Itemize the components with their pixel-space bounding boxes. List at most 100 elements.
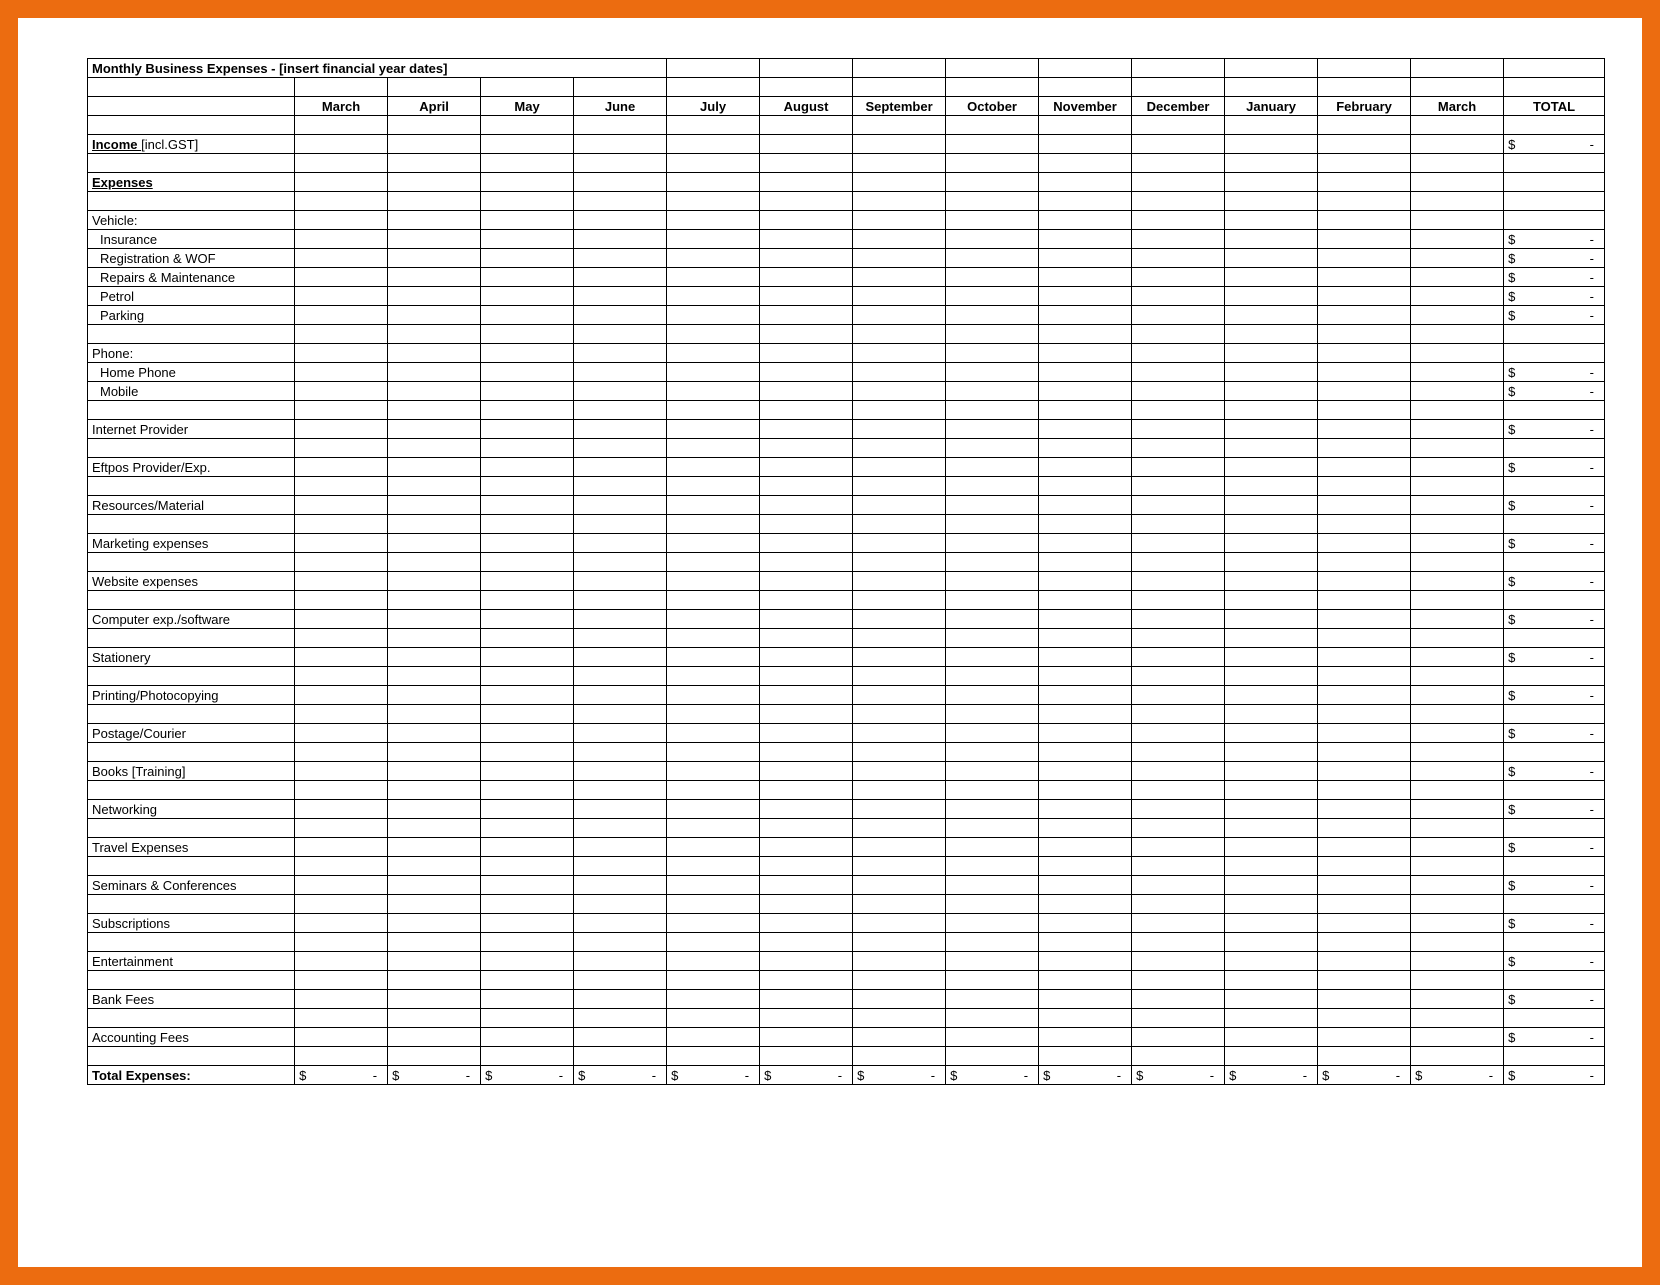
month-cell[interactable]: [1225, 382, 1318, 401]
month-cell[interactable]: [946, 629, 1039, 648]
month-cell[interactable]: [1039, 933, 1132, 952]
month-cell[interactable]: [1132, 420, 1225, 439]
month-cell[interactable]: [1039, 534, 1132, 553]
row-total-cell[interactable]: $-: [1504, 914, 1605, 933]
row-total-empty[interactable]: [1504, 591, 1605, 610]
month-total-cell[interactable]: $-: [574, 1066, 667, 1085]
cell-empty[interactable]: [1318, 78, 1411, 97]
row-total-cell[interactable]: $-: [1504, 724, 1605, 743]
month-cell[interactable]: [388, 857, 481, 876]
month-cell[interactable]: [853, 154, 946, 173]
cell-empty[interactable]: [295, 78, 388, 97]
month-cell[interactable]: [667, 553, 760, 572]
month-cell[interactable]: [1132, 971, 1225, 990]
month-cell[interactable]: [760, 990, 853, 1009]
month-cell[interactable]: [667, 819, 760, 838]
month-cell[interactable]: [1318, 344, 1411, 363]
month-cell[interactable]: [1318, 439, 1411, 458]
month-cell[interactable]: [1132, 211, 1225, 230]
month-cell[interactable]: [388, 420, 481, 439]
month-cell[interactable]: [388, 154, 481, 173]
month-cell[interactable]: [853, 192, 946, 211]
month-cell[interactable]: [1132, 857, 1225, 876]
month-cell[interactable]: [946, 914, 1039, 933]
month-cell[interactable]: [574, 895, 667, 914]
row-total-cell[interactable]: $-: [1504, 363, 1605, 382]
month-cell[interactable]: [295, 990, 388, 1009]
month-cell[interactable]: [1039, 781, 1132, 800]
month-cell[interactable]: [1318, 952, 1411, 971]
month-cell[interactable]: [667, 382, 760, 401]
month-cell[interactable]: [1225, 287, 1318, 306]
month-cell[interactable]: [1132, 990, 1225, 1009]
month-cell[interactable]: [388, 325, 481, 344]
month-cell[interactable]: [760, 496, 853, 515]
month-cell[interactable]: [1318, 230, 1411, 249]
month-cell[interactable]: [1039, 420, 1132, 439]
month-cell[interactable]: [1132, 952, 1225, 971]
month-cell[interactable]: [1039, 230, 1132, 249]
cell-empty[interactable]: [1132, 78, 1225, 97]
month-cell[interactable]: [1318, 553, 1411, 572]
row-total-empty[interactable]: [1504, 211, 1605, 230]
month-cell[interactable]: [1411, 762, 1504, 781]
month-cell[interactable]: [760, 382, 853, 401]
month-cell[interactable]: [388, 306, 481, 325]
month-cell[interactable]: [481, 876, 574, 895]
month-cell[interactable]: [1132, 496, 1225, 515]
month-cell[interactable]: [295, 477, 388, 496]
month-cell[interactable]: [853, 648, 946, 667]
month-cell[interactable]: [295, 743, 388, 762]
month-cell[interactable]: [946, 553, 1039, 572]
cell-empty[interactable]: [1225, 78, 1318, 97]
month-cell[interactable]: [760, 800, 853, 819]
month-cell[interactable]: [667, 990, 760, 1009]
cell-empty[interactable]: [574, 78, 667, 97]
month-cell[interactable]: [1225, 420, 1318, 439]
month-cell[interactable]: [295, 154, 388, 173]
row-label[interactable]: [88, 819, 295, 838]
month-cell[interactable]: [1225, 762, 1318, 781]
month-cell[interactable]: [946, 781, 1039, 800]
month-cell[interactable]: [295, 135, 388, 154]
month-cell[interactable]: [295, 705, 388, 724]
month-cell[interactable]: [667, 344, 760, 363]
month-cell[interactable]: [1411, 287, 1504, 306]
month-cell[interactable]: [388, 515, 481, 534]
month-cell[interactable]: [574, 135, 667, 154]
row-total-cell[interactable]: $-: [1504, 990, 1605, 1009]
month-cell[interactable]: [1225, 971, 1318, 990]
month-cell[interactable]: [481, 363, 574, 382]
header-cell-empty[interactable]: [1132, 59, 1225, 78]
row-total-cell[interactable]: $-: [1504, 268, 1605, 287]
row-label[interactable]: Bank Fees: [88, 990, 295, 1009]
month-cell[interactable]: [853, 914, 946, 933]
month-cell[interactable]: [481, 230, 574, 249]
month-cell[interactable]: [1039, 952, 1132, 971]
row-label[interactable]: Petrol: [88, 287, 295, 306]
month-cell[interactable]: [388, 382, 481, 401]
month-cell[interactable]: [946, 705, 1039, 724]
month-cell[interactable]: [295, 306, 388, 325]
row-total-empty[interactable]: [1504, 781, 1605, 800]
row-total-cell[interactable]: $-: [1504, 1066, 1605, 1085]
month-cell[interactable]: [946, 306, 1039, 325]
month-cell[interactable]: [295, 971, 388, 990]
month-cell[interactable]: [1132, 895, 1225, 914]
row-total-cell[interactable]: $-: [1504, 135, 1605, 154]
month-cell[interactable]: [1318, 325, 1411, 344]
month-cell[interactable]: [1411, 933, 1504, 952]
month-cell[interactable]: [1039, 705, 1132, 724]
month-cell[interactable]: [1318, 971, 1411, 990]
month-cell[interactable]: [388, 268, 481, 287]
month-cell[interactable]: [481, 420, 574, 439]
month-cell[interactable]: [1225, 933, 1318, 952]
month-cell[interactable]: [1225, 667, 1318, 686]
month-cell[interactable]: [574, 420, 667, 439]
row-label[interactable]: Expenses: [88, 173, 295, 192]
month-cell[interactable]: [481, 1009, 574, 1028]
month-cell[interactable]: [1318, 819, 1411, 838]
month-cell[interactable]: [295, 230, 388, 249]
month-cell[interactable]: [667, 515, 760, 534]
month-cell[interactable]: [853, 553, 946, 572]
